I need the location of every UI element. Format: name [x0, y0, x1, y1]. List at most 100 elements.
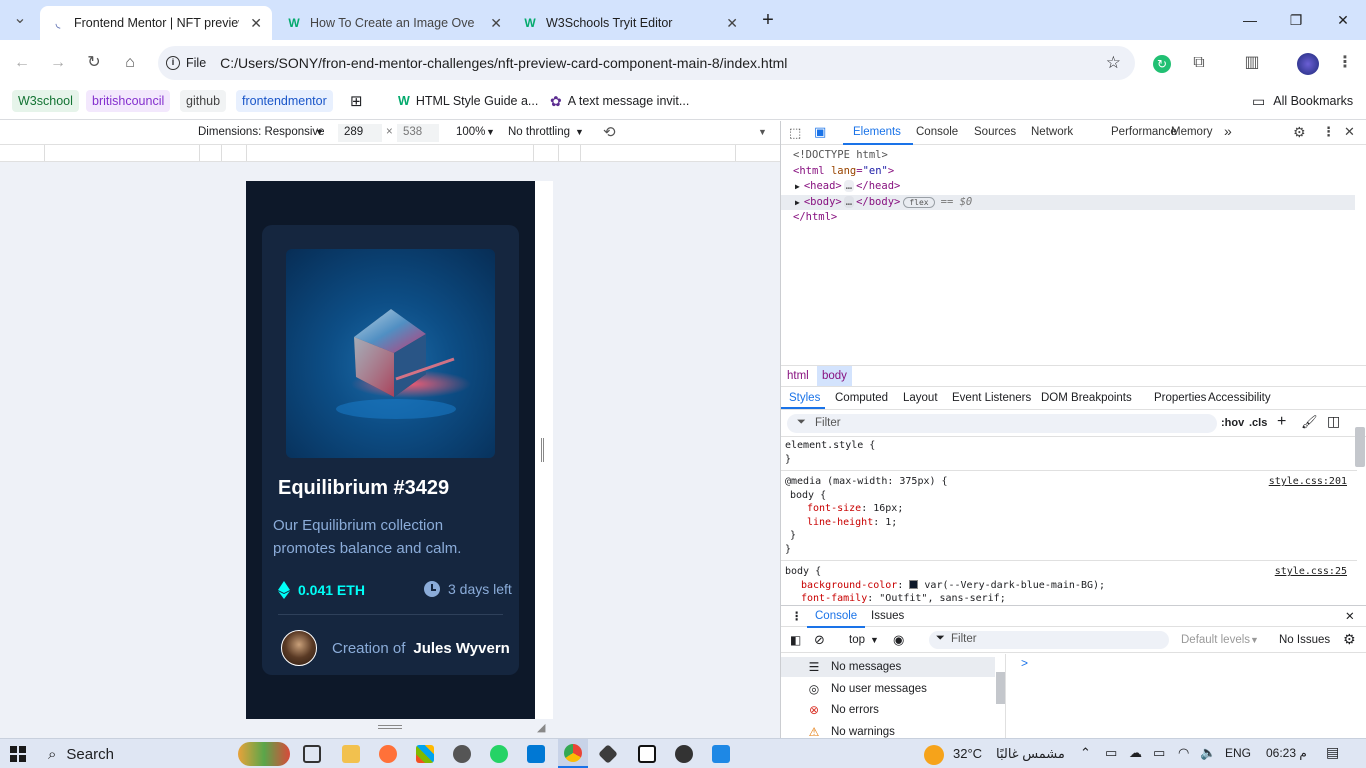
throttling-select[interactable]: No throttling — [508, 126, 570, 138]
notion-icon[interactable] — [638, 745, 656, 763]
input-language[interactable]: ENG — [1225, 746, 1251, 760]
devtools-menu-icon[interactable]: ⋮ — [1322, 124, 1335, 140]
subtab-layout[interactable]: Layout — [903, 392, 938, 404]
photos-icon[interactable] — [712, 745, 730, 763]
dom-head-node[interactable]: ▶ <head>… </head> — [793, 179, 1355, 195]
new-style-rule-icon[interactable]: + — [1277, 413, 1286, 431]
nft-title[interactable]: Equilibrium #3429 — [278, 477, 449, 500]
file-explorer-icon[interactable] — [342, 745, 360, 763]
subtab-computed[interactable]: Computed — [835, 392, 888, 404]
device-options-icon[interactable]: ▼ — [758, 127, 767, 137]
dom-html-node[interactable]: <html lang="en"> — [793, 164, 1355, 180]
dom-body-node-selected[interactable]: ▶ <body>… </body> flex == $0 — [781, 194, 1355, 210]
resize-handle-bottom[interactable] — [378, 725, 402, 729]
selector[interactable]: body { — [785, 489, 1353, 503]
styles-scrollbar[interactable] — [1355, 427, 1365, 467]
selector[interactable]: body { — [785, 566, 821, 577]
console-filter-input[interactable]: ⏷ Filter — [929, 631, 1169, 649]
notifications-icon[interactable]: ▤ — [1326, 744, 1339, 761]
subtab-event-listeners[interactable]: Event Listeners — [952, 392, 1031, 404]
inspect-element-icon[interactable]: ⬚ — [789, 125, 801, 141]
whatsapp-icon[interactable] — [490, 745, 508, 763]
app-icon[interactable] — [453, 745, 471, 763]
windows-start-icon[interactable] — [10, 746, 26, 762]
tab-elements[interactable]: Elements — [853, 126, 901, 138]
bookmark-britishcouncil[interactable]: britishcouncil — [86, 90, 171, 112]
width-input[interactable]: 289 — [338, 124, 382, 142]
context-select[interactable]: top — [849, 634, 865, 646]
tab-image-overlay[interactable]: W How To Create an Image Overla ✕ — [276, 6, 512, 40]
tab-search-button[interactable]: ⌄ — [8, 8, 32, 32]
subtab-accessibility[interactable]: Accessibility — [1208, 392, 1271, 404]
drawer-tab-console[interactable]: Console — [815, 610, 857, 622]
source-link[interactable]: style.css:201 — [1269, 475, 1347, 489]
drawer-tab-issues[interactable]: Issues — [871, 610, 904, 622]
rotate-icon[interactable]: ⟲ — [603, 123, 616, 141]
media-query[interactable]: @media (max-width: 375px) { — [785, 476, 948, 487]
declaration[interactable]: font-family: "Outfit", sans-serif; — [785, 592, 1353, 606]
rule-element-style[interactable]: element.style { — [785, 439, 1353, 453]
bookmark-text-message[interactable]: ✿ A text message invit... — [544, 90, 695, 112]
search-highlight-image[interactable] — [238, 742, 290, 766]
dom-html-close[interactable]: </html> — [793, 210, 1355, 226]
grammarly-extension-icon[interactable]: ↻ — [1153, 55, 1171, 73]
breadcrumb-html[interactable]: html — [787, 370, 809, 382]
console-prompt[interactable]: > — [1021, 656, 1028, 670]
tab-memory[interactable]: Memory — [1171, 126, 1213, 138]
address-bar[interactable]: i File C:/Users/SONY/fron-end-mentor-cha… — [158, 46, 1135, 80]
subtab-styles[interactable]: Styles — [789, 392, 820, 404]
weather-sun-icon[interactable] — [924, 745, 944, 765]
height-input[interactable]: 538 — [397, 124, 439, 142]
git-icon[interactable] — [598, 744, 618, 764]
zoom-select[interactable]: 100% — [456, 126, 485, 138]
color-swatch[interactable] — [909, 580, 919, 589]
site-info-button[interactable]: i File — [166, 56, 206, 70]
forward-icon[interactable]: → — [46, 52, 70, 76]
log-levels-select[interactable]: Default levels — [1181, 634, 1250, 646]
device-toggle-icon[interactable]: ▣ — [814, 124, 826, 140]
console-sidebar-scrollbar[interactable] — [996, 672, 1005, 704]
collapsed-ellipsis[interactable]: … — [843, 195, 855, 208]
taskbar-search[interactable]: ⌕ Search — [38, 740, 238, 768]
breadcrumb-body[interactable]: body — [817, 366, 852, 386]
close-window-button[interactable]: ✕ — [1331, 8, 1355, 32]
tab-tryit-editor[interactable]: W W3Schools Tryit Editor ✕ — [512, 6, 748, 40]
styles-filter-input[interactable]: ⏷ Filter — [787, 414, 1217, 433]
menu-icon[interactable]: ⋮ — [1333, 52, 1357, 76]
home-icon[interactable]: ⌂ — [118, 52, 142, 76]
console-settings-icon[interactable]: ⚙ — [1343, 631, 1356, 648]
close-tab-icon[interactable]: ✕ — [250, 15, 262, 32]
sidebar-toggle-icon[interactable]: ◧ — [790, 633, 801, 647]
battery-icon[interactable]: ▭ — [1153, 745, 1165, 761]
store-icon[interactable] — [416, 745, 434, 763]
dimensions-select[interactable]: Dimensions: Responsive — [198, 126, 325, 138]
sidebar-no-user-messages[interactable]: ◎ No user messages — [807, 679, 927, 699]
profile-avatar[interactable] — [1297, 53, 1319, 75]
creator-name[interactable]: Jules Wyvern — [413, 640, 509, 657]
expand-triangle-icon[interactable]: ▶ — [795, 182, 800, 191]
minimize-button[interactable]: — — [1238, 8, 1262, 32]
dom-doctype[interactable]: <!DOCTYPE html> — [793, 148, 1355, 164]
close-drawer-icon[interactable]: ✕ — [1345, 609, 1355, 623]
chrome-taskbar-active[interactable] — [558, 739, 588, 768]
tab-console[interactable]: Console — [916, 126, 958, 138]
collapsed-ellipsis[interactable]: … — [843, 180, 855, 192]
eye-icon[interactable]: ◉ — [893, 632, 904, 648]
more-tabs-button[interactable]: » — [1224, 123, 1232, 139]
task-view-icon[interactable] — [303, 745, 321, 763]
bookmark-github[interactable]: github — [180, 90, 227, 112]
apps-grid-icon[interactable]: ⊞ — [350, 92, 363, 110]
close-devtools-icon[interactable]: ✕ — [1344, 124, 1355, 140]
resize-handle-corner[interactable]: ◢ — [537, 721, 545, 734]
nft-image[interactable] — [286, 249, 495, 458]
sidebar-no-errors[interactable]: ⊗ No errors — [807, 700, 879, 720]
url-text[interactable]: C:/Users/SONY/fron-end-mentor-challenges… — [220, 55, 787, 71]
cls-button[interactable]: .cls — [1249, 417, 1267, 429]
bookmark-html-style-guide[interactable]: W HTML Style Guide a... — [392, 90, 544, 112]
chatgpt-icon[interactable] — [675, 745, 693, 763]
vscode-icon[interactable] — [527, 745, 545, 763]
resize-handle-right[interactable] — [541, 438, 544, 462]
paint-icon[interactable]: 🖌 — [1301, 414, 1318, 430]
show-hidden-icons-icon[interactable]: ⌃ — [1080, 745, 1091, 761]
firefox-icon[interactable] — [379, 745, 397, 763]
